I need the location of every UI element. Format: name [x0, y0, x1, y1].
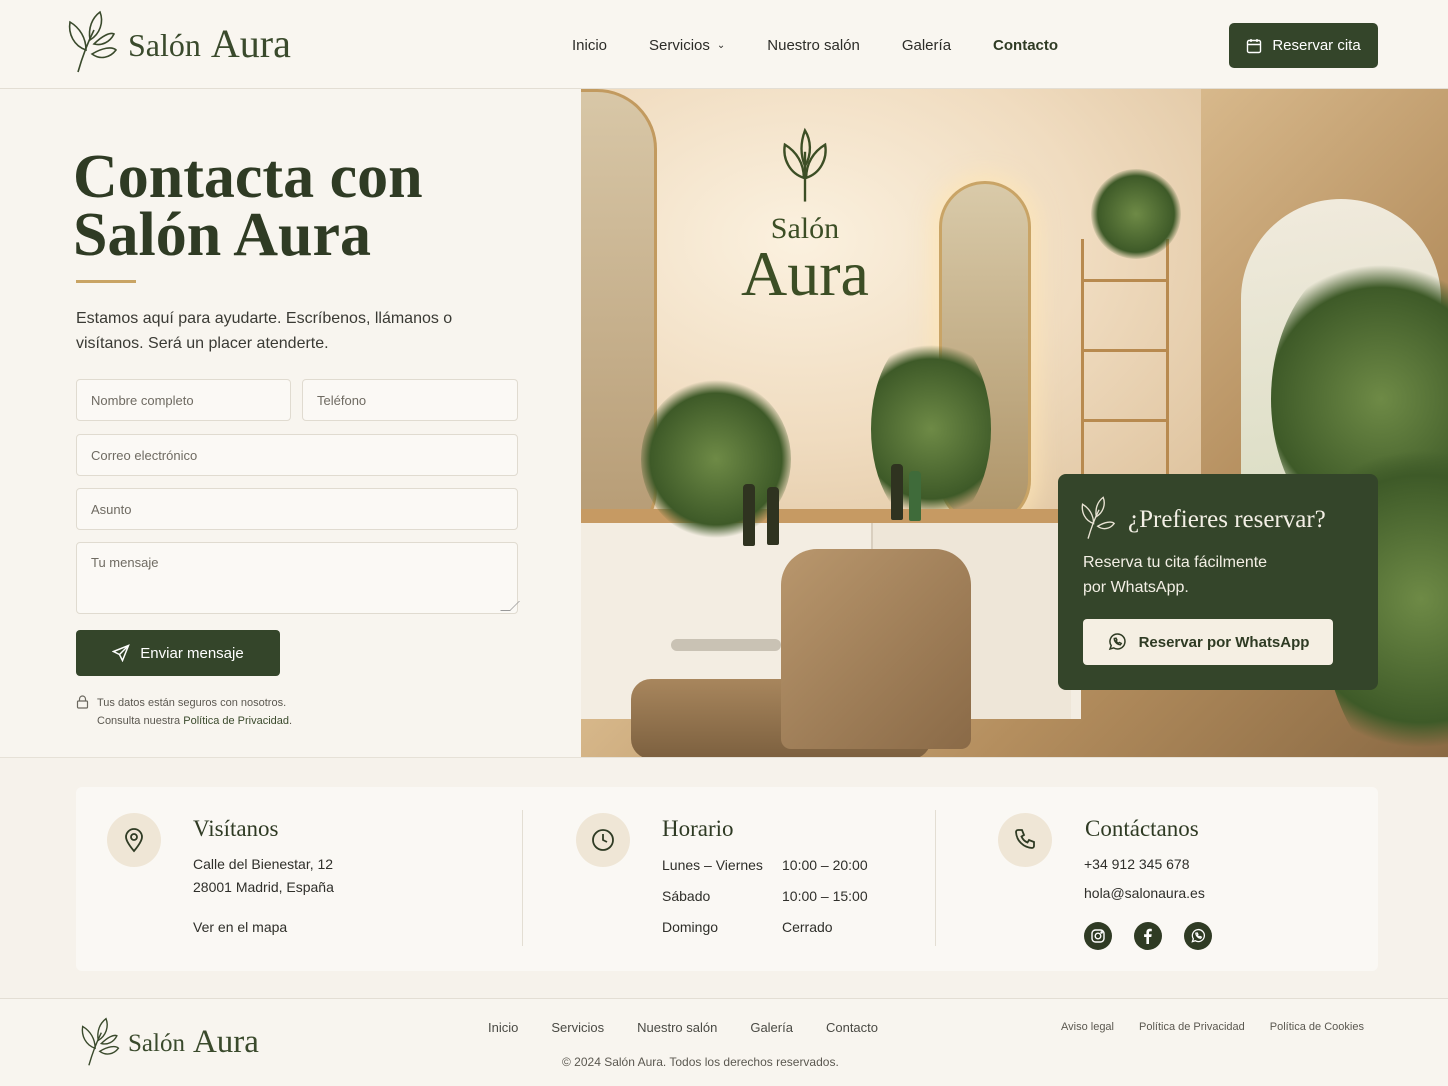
photo-bottle [909, 471, 921, 521]
nav-contacto[interactable]: Contacto [993, 37, 1058, 54]
nav-galeria[interactable]: Galería [902, 37, 951, 54]
message-field[interactable]: Tu mensaje [76, 542, 520, 614]
name-field[interactable]: Nombre completo [76, 379, 291, 421]
leaf-logo-icon [68, 10, 118, 73]
instagram-icon[interactable] [1084, 922, 1112, 950]
privacy-policy-link[interactable]: Política de Privacidad [183, 715, 289, 727]
footer-brand-aura: Aura [192, 1023, 259, 1060]
hours-time: 10:00 – 15:00 [782, 888, 868, 904]
footer-nav-nuestro-salon[interactable]: Nuestro salón [637, 1020, 717, 1035]
site-header: Salón Aura Inicio Servicios ⌄ Nuestro sal… [0, 0, 1448, 89]
divider [935, 810, 936, 946]
clock-icon [592, 829, 614, 851]
page-title: Contacta con Salón Aura [73, 146, 423, 266]
leaf-icon [1081, 496, 1116, 539]
contact-phone[interactable]: +34 912 345 678 [1084, 853, 1190, 876]
nav-servicios[interactable]: Servicios ⌄ [649, 37, 725, 54]
hours-time: Cerrado [782, 919, 833, 935]
photo-bottle [743, 484, 755, 546]
leaf-logo-icon [81, 1017, 120, 1066]
brand-name-salon: Salón [128, 26, 201, 63]
photo-chair [631, 549, 971, 757]
privacy-note: Tus datos están seguros con nosotros. Co… [76, 694, 292, 730]
wall-logo: Salón Aura [741, 123, 869, 309]
copyright: © 2024 Salón Aura. Todos los derechos re… [562, 1055, 839, 1069]
footer-legal: Aviso legal Política de Privacidad Polít… [1061, 1021, 1389, 1033]
send-message-button[interactable]: Enviar mensaje [76, 630, 280, 676]
nav-servicios-label: Servicios [649, 37, 710, 54]
privacy-line1: Tus datos están seguros con nosotros. [97, 697, 287, 709]
photo-bottle [891, 464, 903, 520]
phone-icon-circle [998, 813, 1052, 867]
footer-brand-salon: Salón [128, 1030, 185, 1057]
resize-handle[interactable] [500, 601, 520, 611]
leaf-logo-icon [783, 127, 827, 202]
privacy-line2: Consulta nuestra [97, 715, 181, 727]
brand-logo[interactable]: Salón Aura [64, 10, 291, 74]
visit-address-2: 28001 Madrid, España [193, 879, 334, 895]
footer-nav-servicios[interactable]: Servicios [551, 1020, 604, 1035]
calendar-icon [1247, 38, 1262, 53]
wall-logo-aura: Aura [741, 238, 869, 309]
lock-icon [76, 695, 89, 709]
nav-nuestro-salon[interactable]: Nuestro salón [767, 37, 860, 54]
whatsapp-booking-card: ¿Prefieres reservar? Reserva tu cita fác… [1058, 474, 1378, 690]
whatsapp-reserve-button[interactable]: Reservar por WhatsApp [1083, 619, 1333, 665]
reserve-button-label: Reservar cita [1272, 37, 1361, 54]
divider [522, 810, 523, 946]
footer-logo[interactable]: Salón Aura [78, 1016, 259, 1068]
footer-nav-inicio[interactable]: Inicio [488, 1020, 518, 1035]
hours-day: Domingo [662, 919, 719, 935]
facebook-icon[interactable] [1134, 922, 1162, 950]
hours-time: 10:00 – 20:00 [782, 857, 868, 873]
photo-plant [871, 329, 991, 529]
whatsapp-icon [1108, 633, 1126, 651]
footer-nav: Inicio Servicios Nuestro salón Galería C… [488, 1020, 911, 1035]
nav-inicio[interactable]: Inicio [572, 37, 607, 54]
map-link[interactable]: Ver en el mapa [193, 916, 287, 939]
clock-icon-circle [576, 813, 630, 867]
photo-bottle [767, 487, 779, 545]
contact-email[interactable]: hola@salonaura.es [1084, 882, 1205, 905]
send-message-label: Enviar mensaje [140, 644, 244, 662]
visit-address-1: Calle del Bienestar, 12 [193, 856, 334, 872]
email-field[interactable]: Correo electrónico [76, 434, 518, 476]
map-pin-icon [125, 828, 143, 853]
whatsapp-reserve-label: Reservar por WhatsApp [1138, 633, 1310, 651]
footer-nav-contacto[interactable]: Contacto [826, 1020, 878, 1035]
cookies-policy-link[interactable]: Política de Cookies [1270, 1021, 1364, 1033]
footer-nav-galeria[interactable]: Galería [750, 1020, 793, 1035]
chevron-down-icon: ⌄ [716, 40, 726, 51]
hours-day: Sábado [662, 888, 711, 904]
privacy-suffix: . [289, 715, 293, 727]
main-nav: Inicio Servicios ⌄ Nuestro salón Galería … [572, 37, 1100, 54]
location-icon-circle [107, 813, 161, 867]
reserve-button[interactable]: Reservar cita [1229, 23, 1378, 68]
visit-title: Visítanos [193, 816, 279, 841]
photo-plant [1091, 169, 1181, 259]
subject-field[interactable]: Asunto [76, 488, 518, 530]
title-underline [76, 280, 136, 283]
intro-text: Estamos aquí para ayudarte. Escríbenos, … [76, 310, 453, 352]
hours-title: Horario [662, 816, 734, 841]
contact-title: Contáctanos [1085, 816, 1199, 841]
whatsapp-icon[interactable] [1184, 922, 1212, 950]
brand-name-aura: Aura [210, 20, 291, 66]
whatsapp-card-title: ¿Prefieres reservar? [1128, 506, 1326, 533]
page-title-line2: Salón Aura [73, 201, 372, 269]
phone-field[interactable]: Teléfono [302, 379, 518, 421]
legal-notice-link[interactable]: Aviso legal [1061, 1021, 1114, 1033]
privacy-policy-footer-link[interactable]: Política de Privacidad [1139, 1021, 1245, 1033]
message-placeholder: Tu mensaje [91, 555, 159, 570]
whatsapp-card-text: Reserva tu cita fácilmente por WhatsApp. [1083, 554, 1268, 596]
hours-day: Lunes – Viernes [662, 857, 763, 873]
phone-icon [1015, 829, 1035, 849]
send-icon [112, 644, 131, 662]
